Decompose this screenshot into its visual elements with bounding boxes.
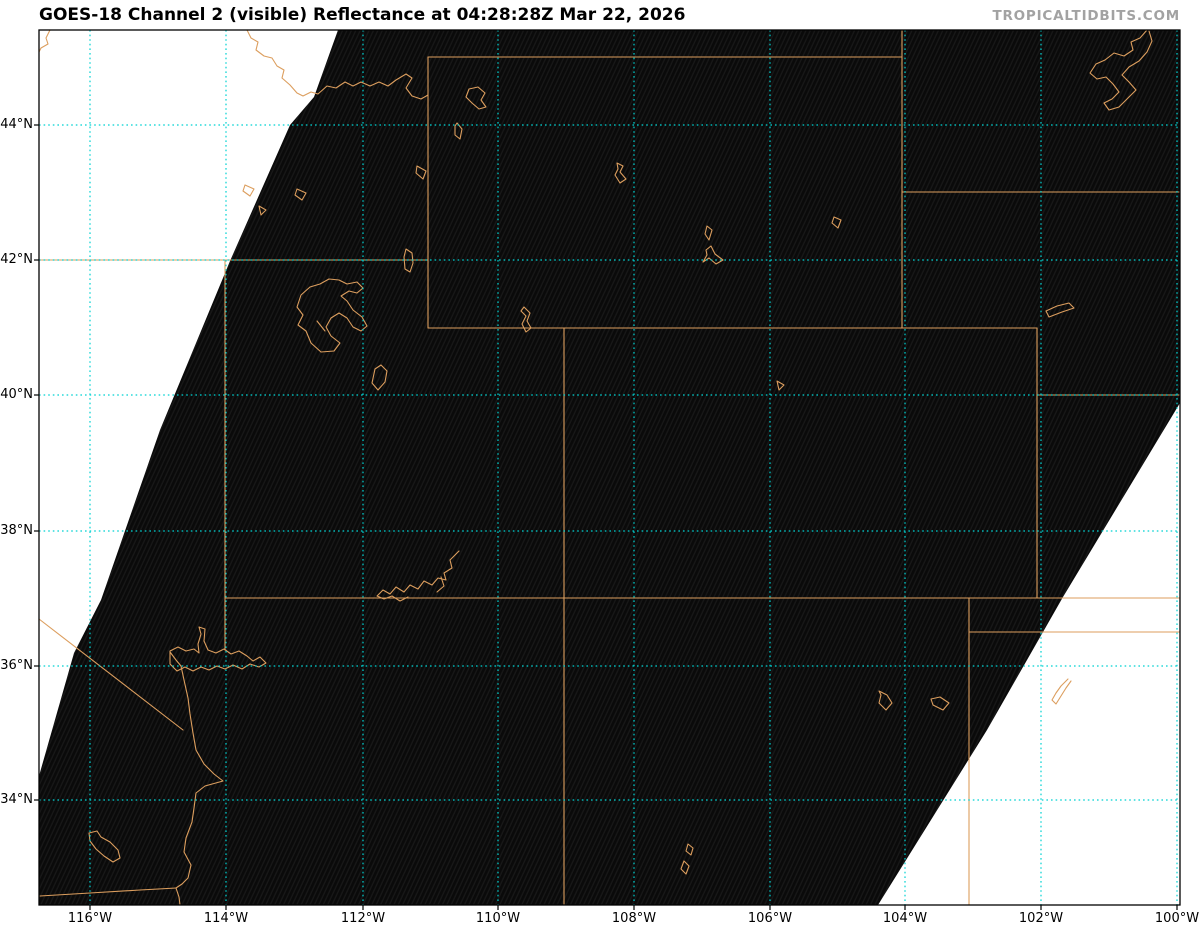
axis-labels-layer: 44°N 42°N 40°N 38°N 36°N 34°N 116°W 114°W 112°W 1… xyxy=(0,0,1200,929)
y-tick-label: 44°N xyxy=(0,117,33,132)
y-tick-label: 36°N xyxy=(0,658,33,673)
x-tick-label: 112°W xyxy=(340,911,386,926)
x-tick-label: 102°W xyxy=(1018,911,1064,926)
y-tick-label: 42°N xyxy=(0,252,33,267)
x-tick-label: 104°W xyxy=(882,911,928,926)
y-tick-label: 34°N xyxy=(0,792,33,807)
x-tick-label: 106°W xyxy=(747,911,793,926)
y-tick-label: 40°N xyxy=(0,387,33,402)
x-tick-label: 110°W xyxy=(475,911,521,926)
x-tick-label: 100°W xyxy=(1154,911,1200,926)
tropicaltidbits-satellite-page: GOES-18 Channel 2 (visible) Reflectance … xyxy=(0,0,1200,929)
x-tick-label: 116°W xyxy=(67,911,113,926)
y-tick-label: 38°N xyxy=(0,523,33,538)
x-tick-label: 114°W xyxy=(203,911,249,926)
x-tick-label: 108°W xyxy=(611,911,657,926)
